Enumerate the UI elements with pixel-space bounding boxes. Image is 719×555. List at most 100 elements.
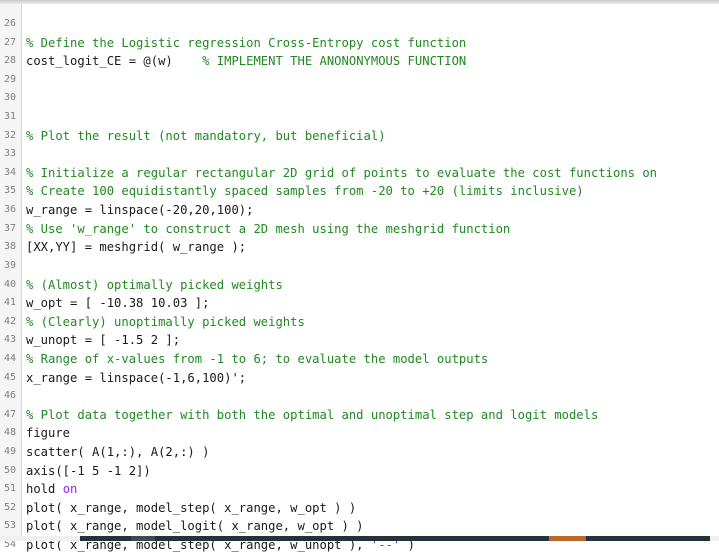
code-line[interactable]: 43 w_unopt = [ -1.5 2 ]; [0,331,719,350]
code-comment: % (Clearly) unoptimally picked weights [26,314,305,329]
code-line[interactable]: 49 scatter( A(1,:), A(2,:) ) [0,443,719,462]
code-line[interactable]: 33 [0,145,719,164]
code-statement: w_opt = [ -10.38 10.03 ]; [26,296,210,311]
code-text[interactable]: cost_logit_CE = @(w) % IMPLEMENT THE ANO… [26,52,466,71]
code-text[interactable]: hold on [26,480,77,499]
code-statement: x_range = linspace(-1,6,100)'; [26,370,247,385]
code-text[interactable]: % Plot the result (not mandatory, but be… [26,127,386,146]
code-statement: w_unopt = [ -1.5 2 ]; [26,333,181,348]
code-statement: [XX,YY] = meshgrid( w_range ); [26,240,247,255]
code-comment: % IMPLEMENT THE ANONONYMOUS FUNCTION [202,54,467,69]
code-line[interactable]: 42 % (Clearly) unoptimally picked weights [0,313,719,332]
code-comment: % Initialize a regular rectangular 2D gr… [26,165,658,180]
code-line[interactable]: 28 cost_logit_CE = @(w) % IMPLEMENT THE A… [0,52,719,71]
code-text[interactable]: w_range = linspace(-20,20,100); [26,201,253,220]
line-number: 44 [3,352,17,364]
code-text[interactable]: w_opt = [ -10.38 10.03 ]; [26,294,209,313]
code-text[interactable]: % (Clearly) unoptimally picked weights [26,313,305,332]
code-statement: plot( x_range, model_logit( x_range, w_o… [26,519,364,534]
line-number: 40 [3,278,17,290]
code-line[interactable]: 40 % (Almost) optimally picked weights [0,276,719,295]
line-number: 35 [3,185,17,197]
code-text[interactable]: figure [26,424,70,443]
line-number: 53 [3,520,17,532]
code-text[interactable]: scatter( A(1,:), A(2,:) ) [26,443,209,462]
code-line[interactable]: 34 % Initialize a regular rectangular 2D … [0,164,719,183]
code-line[interactable]: 45 x_range = linspace(-1,6,100)'; [0,369,719,388]
code-line[interactable]: 26 [0,15,719,34]
code-text[interactable]: % Initialize a regular rectangular 2D gr… [26,164,657,183]
code-text[interactable]: % Define the Logistic regression Cross-E… [26,34,466,53]
code-editor[interactable]: 26 27 % Define the Logistic regression Cro… [0,4,719,552]
line-number: 37 [3,222,17,234]
code-line[interactable]: 50 axis([-1 5 -1 2]) [0,462,719,481]
code-line[interactable]: 39 [0,257,719,276]
code-line[interactable]: 44 % Range of x-values from -1 to 6; to e… [0,350,719,369]
line-number: 47 [3,408,17,420]
code-text[interactable]: [XX,YY] = meshgrid( w_range ); [26,238,246,257]
code-line[interactable]: 38 [XX,YY] = meshgrid( w_range ); [0,238,719,257]
code-statement: cost_logit_CE = @(w) [26,54,203,69]
code-statement: plot( x_range, model_step( x_range, w_op… [26,500,357,515]
code-statement: axis([-1 5 -1 2]) [26,463,151,478]
code-line[interactable]: 32 % Plot the result (not mandatory, but … [0,127,719,146]
code-line[interactable]: 27 % Define the Logistic regression Cross… [0,34,719,53]
code-statement: scatter( A(1,:), A(2,:) ) [26,445,210,460]
code-text[interactable]: axis([-1 5 -1 2]) [26,462,151,481]
code-text[interactable]: plot( x_range, model_step( x_range, w_op… [26,499,356,518]
code-text[interactable]: x_range = linspace(-1,6,100)'; [26,369,246,388]
code-line[interactable]: 31 [0,108,719,127]
code-statement: hold [26,482,63,497]
code-comment: % Create 100 equidistantly spaced sample… [26,184,584,199]
line-number: 42 [3,315,17,327]
code-line[interactable]: 30 [0,89,719,108]
line-number: 36 [3,204,17,216]
code-comment: % Define the Logistic regression Cross-E… [26,35,467,50]
code-comment: % Plot the result (not mandatory, but be… [26,128,386,143]
line-number: 48 [3,427,17,439]
line-number: 34 [3,166,17,178]
line-number: 30 [3,92,17,104]
code-text[interactable]: % Create 100 equidistantly spaced sample… [26,182,584,201]
code-text[interactable]: % Range of x-values from -1 to 6; to eva… [26,350,488,369]
code-text[interactable]: % Use 'w_range' to construct a 2D mesh u… [26,220,510,239]
taskbar-item-active[interactable] [549,536,586,541]
line-number: 51 [3,483,17,495]
code-comment: % (Almost) optimally picked weights [26,277,283,292]
code-line[interactable]: 52 plot( x_range, model_step( x_range, w_… [0,499,719,518]
line-number: 31 [3,111,17,123]
code-text[interactable]: plot( x_range, model_logit( x_range, w_o… [26,517,364,536]
code-comment: % Plot data together with both the optim… [26,407,599,422]
code-line[interactable]: 48 figure [0,424,719,443]
code-line[interactable]: 35 % Create 100 equidistantly spaced samp… [0,182,719,201]
code-text[interactable]: w_unopt = [ -1.5 2 ]; [26,331,180,350]
code-keyword: on [62,482,78,497]
line-number: 33 [3,148,17,160]
code-line[interactable]: 46 [0,387,719,406]
code-line[interactable]: 53 plot( x_range, model_logit( x_range, w… [0,517,719,536]
code-statement: w_range = linspace(-20,20,100); [26,203,254,218]
taskbar-item[interactable] [131,536,155,541]
code-text[interactable]: % (Almost) optimally picked weights [26,276,283,295]
code-line[interactable]: 37 % Use 'w_range' to construct a 2D mesh… [0,220,719,239]
code-line[interactable]: 51 hold on [0,480,719,499]
code-line[interactable]: 36 w_range = linspace(-20,20,100); [0,201,719,220]
line-number: 41 [3,297,17,309]
line-number: 28 [3,55,17,67]
line-number: 29 [3,73,17,85]
line-number: 52 [3,501,17,513]
code-statement: figure [26,426,71,441]
code-line[interactable]: 41 w_opt = [ -10.38 10.03 ]; [0,294,719,313]
code-text[interactable]: % Plot data together with both the optim… [26,406,598,425]
taskbar-strip [80,536,710,541]
code-line[interactable]: 47 % Plot data together with both the opt… [0,406,719,425]
line-number: 32 [3,129,17,141]
line-number: 45 [3,371,17,383]
code-lines[interactable]: 26 27 % Define the Logistic regression Cro… [0,15,719,555]
code-line[interactable]: 29 [0,71,719,90]
line-number: 49 [3,446,17,458]
line-number: 43 [3,334,17,346]
line-number: 38 [3,241,17,253]
line-number: 50 [3,464,17,476]
taskbar [0,536,719,541]
